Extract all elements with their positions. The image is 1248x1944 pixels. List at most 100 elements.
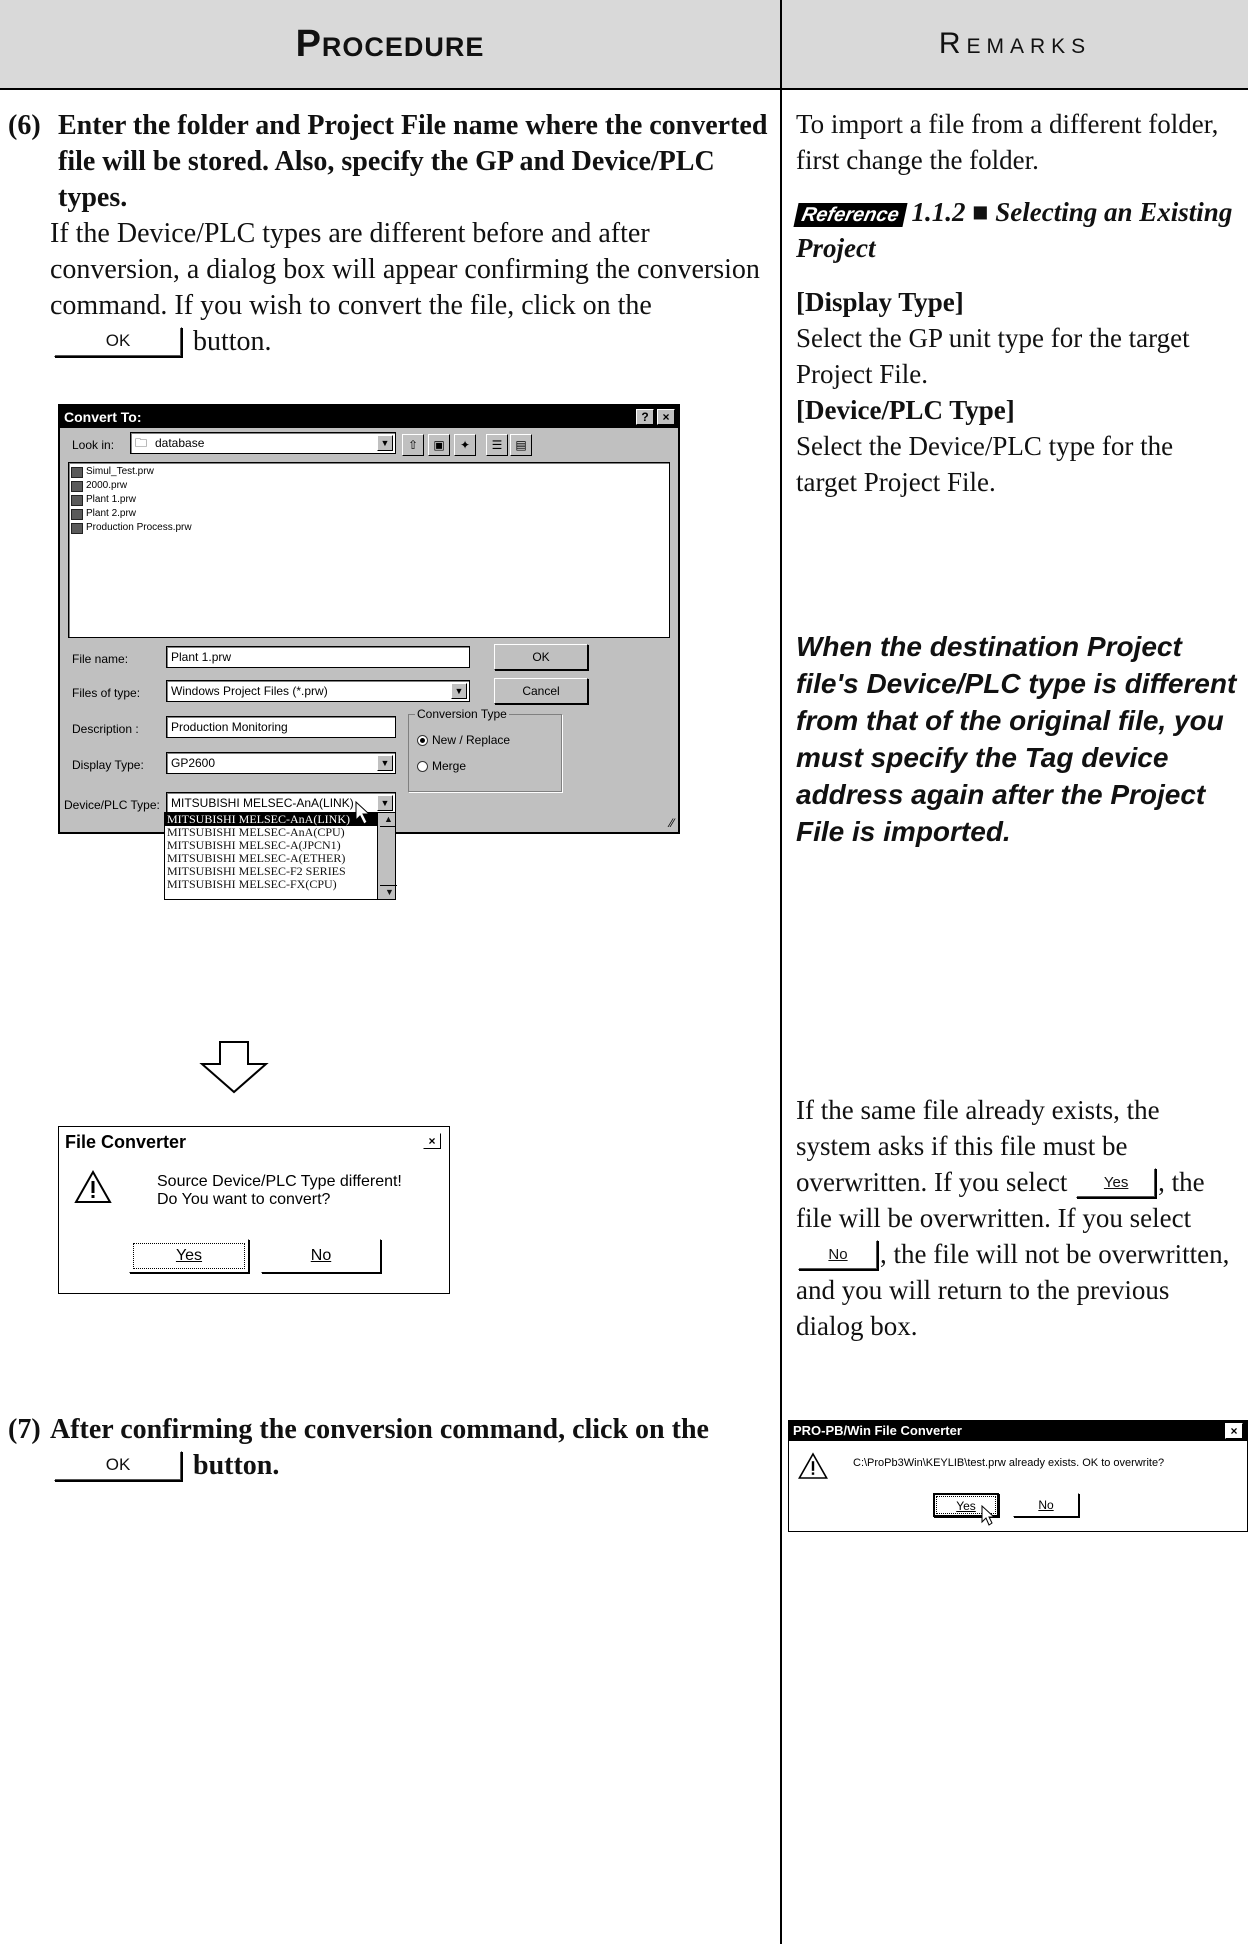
look-in-label: Look in:	[72, 438, 115, 452]
display-type-text: Select the GP unit type for the target P…	[796, 323, 1190, 389]
convert-to-dialog: Convert To: ? × Look in: 🗀 database ▼ ⇧ …	[58, 404, 680, 834]
details-view-icon[interactable]: ▤	[510, 434, 532, 456]
chevron-down-icon[interactable]: ▼	[377, 435, 393, 451]
device-type-text: Select the Device/PLC type for the targe…	[796, 431, 1174, 497]
file-icon	[71, 480, 83, 492]
display-type-remark: [Display Type] Select the GP unit type f…	[796, 284, 1240, 500]
up-folder-icon[interactable]: ⇧	[402, 434, 424, 456]
merge-label: Merge	[432, 759, 467, 773]
file-item[interactable]: Plant 2.prw	[69, 507, 669, 521]
desktop-icon[interactable]: ▣	[428, 434, 450, 456]
dropdown-option[interactable]: MITSUBISHI MELSEC-FX(CPU)	[165, 878, 395, 891]
step-7: (7) After confirming the conversion comm…	[8, 1412, 770, 1484]
inline-no-label: No	[828, 1245, 848, 1263]
new-replace-label: New / Replace	[432, 733, 511, 747]
no-button[interactable]: No	[261, 1239, 381, 1273]
new-replace-radio[interactable]: New / Replace	[417, 733, 510, 747]
file-item-label: Production Process.prw	[86, 522, 192, 533]
step-6-body: If the Device/PLC types are different be…	[8, 216, 770, 360]
display-type-select[interactable]: GP2600 ▼	[166, 752, 396, 774]
resize-grip-icon[interactable]: ⁄⁄	[670, 816, 674, 830]
description-label: Description :	[72, 722, 139, 736]
step-7-cont: OK button.	[8, 1448, 770, 1484]
description-input[interactable]: Production Monitoring	[166, 716, 396, 738]
inline-ok-button: OK	[54, 326, 182, 357]
device-plc-label: Device/PLC Type:	[64, 798, 160, 812]
no-button[interactable]: No	[1013, 1493, 1079, 1517]
conversion-type-group: Conversion Type New / Replace Merge	[408, 707, 562, 792]
file-item[interactable]: Production Process.prw	[69, 521, 669, 535]
file-item[interactable]: 2000.prw	[69, 479, 669, 493]
scroll-down-icon[interactable]: ▼	[380, 885, 397, 899]
step-6-body-text: If the Device/PLC types are different be…	[50, 218, 760, 321]
mouse-cursor-icon	[355, 800, 371, 825]
files-of-type-label: Files of type:	[72, 686, 141, 700]
file-item[interactable]: Plant 1.prw	[69, 493, 669, 507]
radio-icon	[417, 760, 428, 772]
display-type-heading: [Display Type]	[796, 287, 964, 317]
device-type-heading: [Device/PLC Type]	[796, 395, 1015, 425]
inline-no-button: No	[798, 1239, 878, 1270]
file-converter-message: Source Device/PLC Type different! Do You…	[157, 1173, 402, 1209]
convert-to-titlebar: Convert To: ? ×	[60, 406, 678, 428]
conversion-type-label: Conversion Type	[415, 707, 509, 721]
overwrite-dialog: PRO-PB/Win File Converter × C:\ProPb3Win…	[788, 1420, 1248, 1532]
file-name-label: File name:	[72, 652, 129, 666]
file-converter-dialog: File Converter × Source Device/PLC Type …	[58, 1126, 450, 1294]
radio-selected-icon	[417, 734, 428, 746]
file-name-input[interactable]: Plant 1.prw	[166, 646, 470, 668]
column-divider	[780, 0, 782, 1944]
help-button[interactable]: ?	[636, 409, 654, 425]
arrow-down-icon	[199, 1041, 269, 1094]
file-converter-titlebar: File Converter ×	[59, 1127, 449, 1157]
file-item-label: 2000.prw	[86, 480, 128, 491]
file-item-label: Plant 2.prw	[86, 508, 137, 519]
display-type-value: GP2600	[171, 756, 216, 770]
reference-note: Reference 1.1.2 ■ Selecting an Existing …	[793, 194, 1240, 266]
new-folder-icon[interactable]: ✦	[454, 434, 476, 456]
file-icon	[71, 466, 83, 478]
step-7-number: (7)	[8, 1414, 41, 1445]
close-button[interactable]: ×	[657, 409, 675, 425]
file-list[interactable]: Simul_Test.prw 2000.prw Plant 1.prw Plan…	[68, 462, 670, 638]
procedure-title: Procedure	[295, 22, 485, 65]
display-type-label: Display Type:	[72, 758, 144, 772]
chevron-down-icon[interactable]: ▼	[451, 683, 467, 699]
message-line-1: Source Device/PLC Type different!	[157, 1173, 402, 1190]
file-icon	[71, 494, 83, 506]
procedure-header: Procedure	[0, 0, 780, 90]
dropdown-scrollbar[interactable]: ▲ ▼	[377, 813, 397, 899]
chevron-down-icon[interactable]: ▼	[377, 795, 393, 811]
folder-icon: 🗀	[135, 436, 148, 450]
device-type-warning: When the destination Project file's Devi…	[796, 631, 1237, 847]
device-plc-value: MITSUBISHI MELSEC-AnA(LINK)	[171, 796, 354, 810]
overwrite-title: PRO-PB/Win File Converter	[793, 1423, 962, 1438]
close-button[interactable]: ×	[423, 1133, 441, 1149]
look-in-select[interactable]: 🗀 database ▼	[130, 432, 396, 454]
mouse-cursor-icon	[981, 1505, 996, 1526]
cancel-button[interactable]: Cancel	[494, 678, 588, 704]
warning-icon	[74, 1169, 112, 1203]
inline-yes-button: Yes	[1076, 1167, 1157, 1198]
close-button[interactable]: ×	[1225, 1423, 1243, 1439]
yes-button[interactable]: Yes	[129, 1239, 249, 1273]
scroll-up-icon[interactable]: ▲	[380, 813, 395, 827]
list-view-icon[interactable]: ☰	[486, 434, 508, 456]
file-item-label: Plant 1.prw	[86, 494, 137, 505]
ok-button[interactable]: OK	[494, 644, 588, 670]
step-6-number: (6)	[8, 110, 41, 141]
step-7-text: After confirming the conversion command,…	[50, 1414, 709, 1445]
overwrite-message: C:\ProPb3Win\KEYLIB\test.prw already exi…	[853, 1457, 1165, 1469]
message-line-2: Do You want to convert?	[157, 1191, 331, 1208]
inline-ok-button: OK	[54, 1450, 182, 1481]
file-icon	[71, 508, 83, 520]
file-item-label: Simul_Test.prw	[86, 466, 154, 477]
file-item[interactable]: Simul_Test.prw	[69, 465, 669, 479]
chevron-down-icon[interactable]: ▼	[377, 755, 393, 771]
file-icon	[71, 522, 83, 534]
files-of-type-value: Windows Project Files (*.prw)	[171, 684, 328, 698]
step-6: (6) Enter the folder and Project File na…	[8, 108, 770, 360]
files-of-type-select[interactable]: Windows Project Files (*.prw) ▼	[166, 680, 470, 702]
look-in-value: database	[155, 436, 205, 450]
merge-radio[interactable]: Merge	[417, 759, 466, 773]
